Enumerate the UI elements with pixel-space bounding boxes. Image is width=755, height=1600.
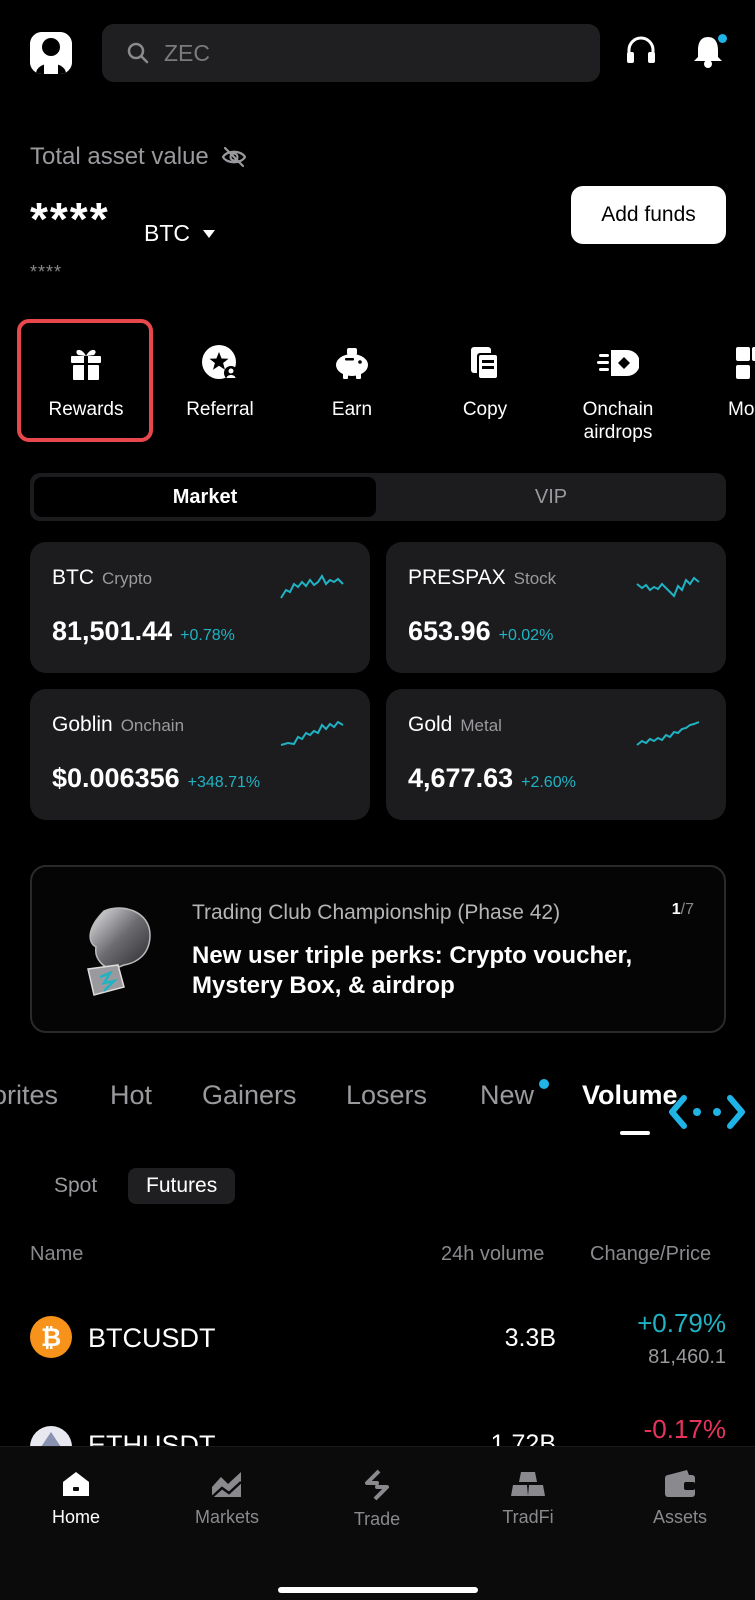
segment-market[interactable]: Market [34,477,376,517]
markets-icon [211,1472,242,1498]
copy-icon [467,340,503,386]
market-card-prespax[interactable]: PRESPAX Stock 653.96 +0.02% [386,542,726,673]
more-grid-icon [690,340,755,386]
card-category: Stock [513,569,557,588]
headset-icon[interactable] [622,32,660,70]
table-row[interactable]: ETHUSDT 1.72B -0.17% [0,1400,755,1446]
sparkline-chart [636,721,700,746]
card-price: 653.96 [408,616,491,646]
banner-page-indicator: 1/7 [671,901,694,918]
card-category: Metal [460,716,502,735]
home-icon [63,1472,89,1496]
card-symbol: Gold [408,713,453,736]
bottom-navigation: Home Markets Trade TradFi Assets [0,1446,755,1600]
eye-slash-icon[interactable] [221,146,247,168]
quick-action-referral[interactable]: Referral [155,340,285,421]
caret-down-icon [203,229,215,238]
row-price: 81,460.1 [648,1346,726,1368]
assets-wallet-icon [665,1470,695,1497]
row-symbol: BTCUSDT [88,1323,216,1353]
card-category: Crypto [102,569,153,588]
card-price: 81,501.44 [52,616,173,646]
nav-trade[interactable]: Trade [322,1469,432,1530]
market-card-gold[interactable]: Gold Metal 4,677.63 +2.60% [386,689,726,820]
quick-action-onchain-airdrops[interactable]: Onchain airdrops [553,340,683,444]
tab-hot[interactable]: Hot [110,1080,152,1111]
sparkline-chart [636,576,700,598]
card-change: +0.02% [498,627,554,644]
row-volume: 1.72B [490,1430,556,1446]
search-bar[interactable]: ZEC [102,24,600,82]
profile-avatar[interactable] [30,32,72,74]
nav-home[interactable]: Home [21,1469,131,1528]
card-change: +2.60% [521,774,576,791]
card-symbol: BTC [52,566,94,589]
tab-gainers[interactable]: Gainers [202,1080,297,1111]
sparkline-chart [280,574,344,599]
referral-star-icon [200,340,240,386]
card-price: 4,677.63 [408,763,514,793]
spot-filter[interactable]: Spot [36,1168,115,1204]
rewards-highlight-outline [17,319,153,442]
card-change: +348.71% [187,774,261,791]
total-asset-value: **** [30,193,110,245]
tab-volume[interactable]: Volume [582,1080,678,1111]
home-indicator [278,1587,478,1593]
nav-assets[interactable]: Assets [625,1469,735,1528]
svg-text:₿: ₿ [41,1323,61,1352]
banner-title: New user triple perks: Crypto voucher, M… [192,942,633,999]
tab-new[interactable]: New [480,1080,534,1111]
quick-action-copy[interactable]: Copy [420,340,550,421]
quick-action-earn[interactable]: Earn [287,340,417,421]
market-card-btc[interactable]: BTC Crypto 81,501.44 +0.78% [30,542,370,673]
card-symbol: PRESPAX [408,566,506,589]
boxing-glove-icon [87,907,151,996]
row-change: -0.17% [643,1414,726,1444]
market-category-tabs: orites Hot Gainers Losers New Volume [0,1080,755,1130]
nav-markets[interactable]: Markets [172,1469,282,1528]
futures-filter[interactable]: Futures [128,1168,236,1204]
row-volume: 3.3B [504,1324,556,1352]
trade-icon [365,1469,389,1501]
card-price: $0.006356 [52,763,180,793]
market-vip-toggle: Market VIP [30,473,726,521]
tab-losers[interactable]: Losers [346,1080,427,1111]
table-row[interactable]: ₿ BTCUSDT 3.3B +0.79% 81,460.1 [0,1290,755,1380]
swipe-arrows-icon[interactable] [668,1092,746,1132]
promo-banner[interactable]: Trading Club Championship (Phase 42) New… [30,865,726,1033]
quick-action-more[interactable]: Mo [690,340,755,421]
nav-tradfi[interactable]: TradFi [473,1469,583,1528]
column-header-change[interactable]: Change/Price [590,1243,711,1266]
currency-selector[interactable]: BTC [144,220,216,247]
tab-favorites[interactable]: orites [0,1080,58,1111]
row-change: +0.79% [637,1308,726,1338]
column-header-name[interactable]: Name [30,1243,83,1266]
card-category: Onchain [120,716,185,735]
add-funds-button[interactable]: Add funds [571,186,726,244]
active-tab-indicator [620,1131,650,1135]
piggy-bank-icon [332,340,372,386]
segment-vip[interactable]: VIP [380,477,722,517]
search-icon [127,42,149,64]
sparkline-chart [280,720,344,746]
banner-subtitle: Trading Club Championship (Phase 42) [192,901,561,924]
airdrop-icon [597,340,639,386]
bitcoin-coin-icon: ₿ [30,1316,72,1358]
notification-dot [718,34,727,43]
ethereum-coin-icon [30,1426,72,1446]
asset-sub-value: **** [30,262,63,282]
card-symbol: Goblin [52,713,113,736]
market-card-goblin[interactable]: Goblin Onchain $0.006356 +348.71% [30,689,370,820]
column-header-volume[interactable]: 24h volume [441,1243,544,1266]
total-asset-label: Total asset value [30,143,247,171]
new-tab-dot [539,1079,549,1089]
card-change: +0.78% [180,627,235,644]
row-symbol: ETHUSDT [88,1430,216,1446]
tradfi-icon [511,1472,545,1496]
search-placeholder: ZEC [164,39,210,66]
currency-label: BTC [144,220,190,246]
